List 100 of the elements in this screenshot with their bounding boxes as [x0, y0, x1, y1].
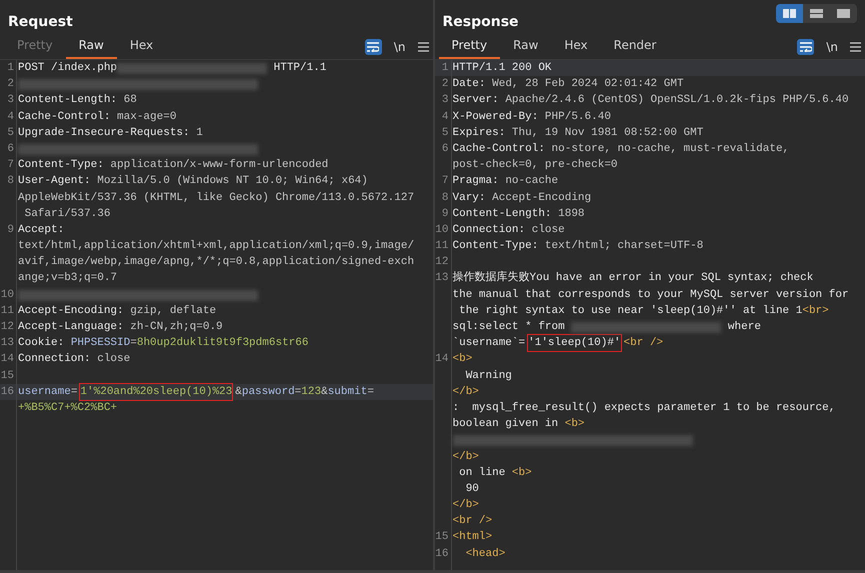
code-text: on line — [458, 466, 506, 481]
code-text: X-Powered-By: — [452, 110, 538, 125]
code-text: Mozilla/5.0 (Windows NT 10.0; Win64; x64) — [96, 174, 368, 190]
code-text: PHPSESSID — [70, 336, 130, 352]
side-by-side-layout-icon — [783, 9, 796, 18]
view-tab[interactable]: Raw — [66, 36, 117, 59]
line-number: 15 — [434, 530, 450, 546]
line-number: 11 — [434, 239, 450, 254]
newline-toggle-button[interactable]: \n — [394, 38, 406, 56]
code-text: Accept-Encoding: — [18, 304, 124, 319]
code-text: username — [18, 384, 71, 400]
code-text: = — [130, 336, 137, 352]
code-text: Upgrade-Insecure-Requests: — [18, 126, 190, 141]
view-tab[interactable]: Hex — [551, 36, 601, 59]
single-panel-icon — [837, 9, 850, 18]
highlighted-code-text: '1'sleep(10)#' — [528, 335, 621, 352]
code-text: <html> — [452, 530, 492, 546]
line-number: 6 — [6, 142, 15, 157]
code-text: avif,image/webp,image/apng,*/*;q=0.8,application/signed-exch — [18, 255, 414, 270]
newline-toggle-button[interactable]: \n — [826, 38, 838, 56]
word-wrap-button[interactable] — [364, 39, 382, 55]
code-text: <b> — [452, 352, 472, 368]
menu-icon — [850, 42, 861, 52]
code-text: close — [530, 222, 565, 238]
code-text: the right syntax to use near 'sleep(10)#'' at line 1 — [458, 304, 802, 319]
line-number: 4 — [6, 110, 15, 125]
code-text: Connection: — [18, 352, 91, 368]
line-number: 2 — [440, 77, 450, 92]
code-text: post-check=0, pre-check=0 — [452, 158, 618, 174]
line-number: 3 — [440, 93, 450, 108]
code-text: 90 — [464, 482, 479, 497]
code-text: no-store, no-cache, must-revalidate, — [550, 142, 790, 157]
code-text: Cache-Control: — [452, 142, 545, 157]
code-text: +%B5%C7+%C2%BC+ — [18, 400, 118, 416]
code-text: <br /> — [624, 336, 664, 352]
code-text: : mysql_free_result() expects parameter 1 to be resource, — [452, 400, 836, 416]
highlighted-code-text: 1'%20and%20sleep(10)%23 — [80, 384, 232, 400]
layout-toggle-button[interactable] — [776, 4, 803, 23]
code-text: text/html,application/xhtml+xml,application/xml;q=0.9,image/ — [18, 239, 414, 254]
code-text: HTTP/1.1 200 OK — [452, 61, 552, 76]
line-number: 15 — [0, 368, 15, 384]
panel-title: Response — [442, 13, 519, 32]
line-number: 4 — [440, 110, 450, 125]
code-text: gzip, deflate — [129, 304, 216, 319]
line-number: 7 — [440, 174, 450, 190]
code-text: boolean given in — [452, 417, 560, 432]
code-text: <b> — [564, 417, 585, 432]
line-number: 14 — [434, 352, 450, 368]
menu-icon — [418, 42, 428, 52]
code-text: text/html; charset=UTF-8 — [544, 239, 704, 254]
line-number: 12 — [0, 320, 15, 335]
code-text: & — [321, 384, 328, 400]
code-text: Content-Length: — [452, 206, 552, 222]
line-number: 13 — [434, 271, 450, 286]
code-text: <b> — [512, 466, 532, 481]
code-text: 操作数据库失败You have an error in your SQL syntax; check — [452, 270, 814, 286]
menu-button[interactable] — [418, 42, 428, 52]
code-text: <br> — [802, 304, 829, 319]
panel-title: Request — [8, 13, 73, 32]
line-number: 8 — [440, 190, 450, 206]
code-text: & — [235, 384, 242, 400]
code-text: </b> — [452, 450, 479, 464]
line-number: 9 — [440, 206, 450, 222]
code-text: AppleWebKit/537.36 (KHTML, like Gecko) Chrome/113.0.5672.127 — [18, 190, 414, 206]
stacked-layout-icon — [810, 9, 823, 18]
code-text: max-age=0 — [116, 110, 176, 125]
code-text: = — [70, 384, 78, 400]
view-tab[interactable]: Hex — [116, 36, 166, 59]
code-text: Content-Type: — [18, 158, 104, 174]
code-text: application/x-www-form-urlencoded — [109, 158, 328, 174]
menu-button[interactable] — [850, 42, 861, 52]
line-number: 9 — [6, 222, 15, 238]
code-text: no-cache — [504, 174, 558, 190]
line-number: 2 — [6, 77, 15, 92]
code-text: </b> — [452, 384, 479, 400]
code-text: Wed, 28 Feb 2024 02:01:42 GMT — [491, 77, 684, 92]
code-text: Content-Type: — [452, 239, 538, 254]
code-text: Safari/537.36 — [24, 206, 110, 222]
code-text: POST /index.php — [18, 61, 118, 76]
line-number: 16 — [0, 384, 15, 400]
code-text: `username`= — [452, 336, 526, 352]
line-number: 1 — [440, 61, 450, 76]
code-text: Cache-Control: — [18, 110, 110, 125]
view-tab[interactable]: Render — [600, 36, 670, 59]
line-number: 10 — [0, 288, 15, 303]
line-number: 11 — [0, 304, 15, 319]
code-text: the manual that corresponds to your MySQL server version for — [452, 288, 849, 303]
code-text: Accept-Encoding — [491, 190, 592, 206]
view-tab[interactable]: Raw — [500, 36, 552, 59]
wrap-icon — [367, 42, 380, 52]
code-text: password — [242, 384, 295, 400]
line-number: 10 — [434, 222, 450, 238]
code-text: Accept: — [18, 222, 64, 238]
word-wrap-button[interactable] — [797, 39, 814, 55]
line-number: 16 — [434, 546, 450, 562]
code-text: User-Agent: — [18, 174, 91, 190]
code-text: = — [367, 384, 374, 400]
code-text: Content-Length: — [18, 93, 118, 108]
code-text: <head> — [464, 546, 506, 562]
line-number: 12 — [434, 255, 450, 270]
